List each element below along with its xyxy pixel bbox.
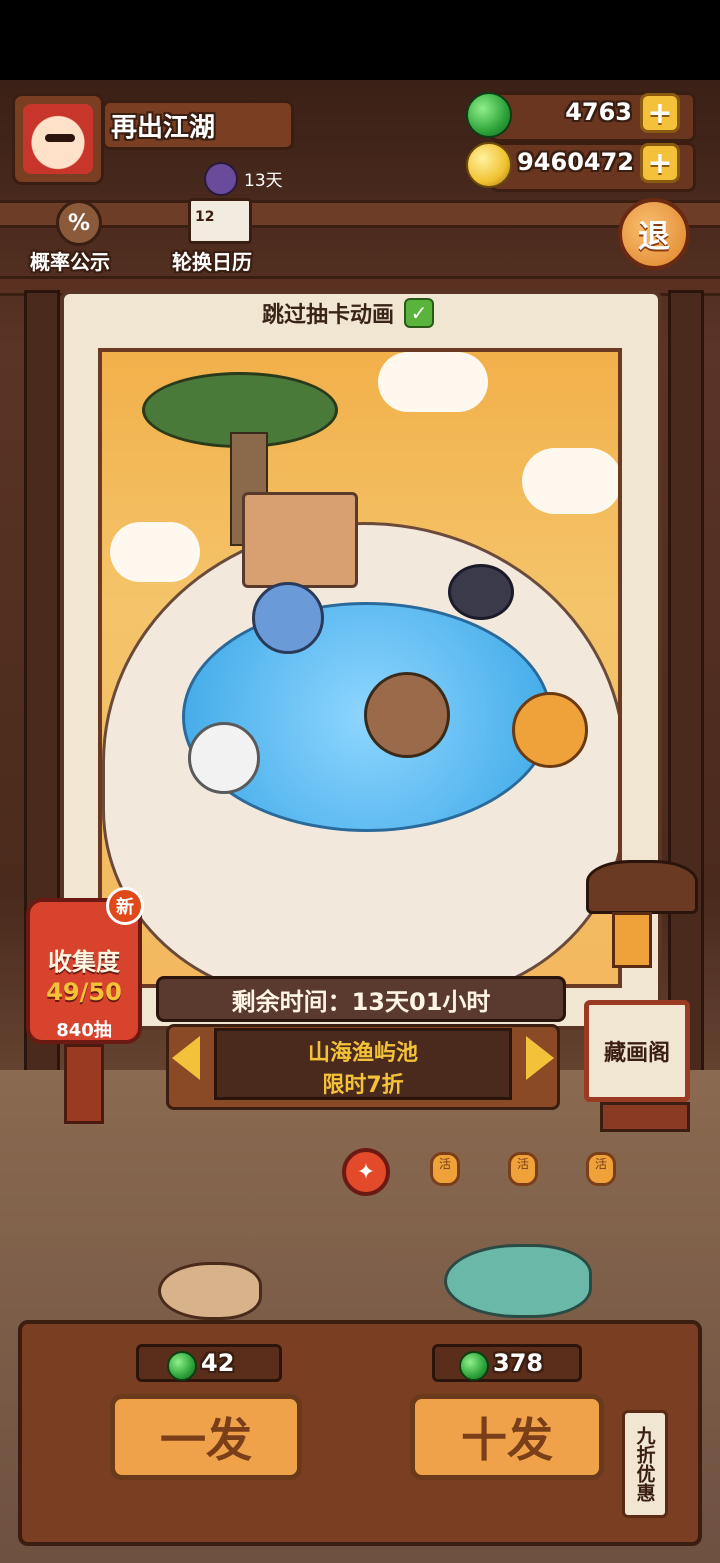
ten-cost: 378 xyxy=(493,1349,544,1377)
character-girl xyxy=(364,672,450,758)
jade-icon xyxy=(459,1351,489,1381)
banner-illustration xyxy=(98,348,622,988)
exit-label: 退 xyxy=(637,217,670,255)
timer-banner: 剩余时间：13天01小时 xyxy=(156,976,566,1022)
skip-animation-toggle[interactable]: 跳过抽卡动画 ✓ xyxy=(262,296,472,330)
remaining-time: 剩余时间：13天01小时 xyxy=(231,987,491,1016)
probability-label: 概率公示 xyxy=(30,250,110,274)
gallery-label: 藏画阁 xyxy=(603,1041,670,1066)
pool-discount: 限时7折 xyxy=(322,1073,404,1098)
character-blue xyxy=(252,582,324,654)
pager-dot-glyph: 活 xyxy=(438,1157,451,1171)
whale-creature xyxy=(448,564,514,620)
pager-dot-glyph: 活 xyxy=(516,1157,529,1171)
player-name: 再出江湖 xyxy=(111,112,216,143)
pool-name-panel: 山海渔屿池 限时7折 xyxy=(214,1028,512,1100)
percent-glyph: % xyxy=(67,210,91,236)
gallery-roof xyxy=(586,860,698,914)
plus-icon: + xyxy=(647,145,673,181)
single-cost: 42 xyxy=(201,1349,235,1377)
next-pool-arrow-icon[interactable] xyxy=(526,1036,554,1080)
ten-pull-label: 十发 xyxy=(461,1413,553,1467)
new-badge: 新 xyxy=(106,887,144,925)
exit-button[interactable]: 退 xyxy=(618,198,690,270)
character-white xyxy=(188,722,260,794)
right-pillar xyxy=(668,290,704,1116)
player-avatar[interactable] xyxy=(12,93,104,185)
single-pull-button[interactable]: 一发 xyxy=(110,1394,302,1480)
gallery-lamp-icon xyxy=(612,912,652,968)
character-orange xyxy=(512,692,588,768)
jade-icon xyxy=(466,92,512,138)
pool-name: 山海渔屿池 xyxy=(307,1041,418,1066)
gallery-base xyxy=(600,1102,690,1132)
skip-animation-label: 跳过抽卡动画 xyxy=(262,303,395,328)
player-name-plate: 再出江湖 xyxy=(102,100,294,150)
gallery-button[interactable]: 藏画阁 xyxy=(584,1000,690,1102)
ten-pull-button[interactable]: 十发 xyxy=(410,1394,604,1480)
calendar-button[interactable]: 12 轮换日历 xyxy=(172,198,272,276)
add-jade-button[interactable]: + xyxy=(640,93,680,133)
plus-icon: + xyxy=(647,95,673,131)
checkbox-check-icon: ✓ xyxy=(404,298,435,328)
collection-pulls: 840抽 xyxy=(56,1020,112,1041)
cloud-shape-2 xyxy=(522,448,618,514)
coin-amount: 9460472 xyxy=(517,148,634,176)
calendar-label: 轮换日历 xyxy=(172,250,252,274)
buff-days: 13天 xyxy=(244,171,283,191)
pager-dot-glyph: 活 xyxy=(594,1157,607,1171)
discount-tag: 九折优惠 xyxy=(622,1410,668,1518)
lantern-stand xyxy=(64,1044,104,1124)
jade-amount: 4763 xyxy=(565,98,632,126)
cloud-shape-3 xyxy=(110,522,200,582)
ten-fish-icon xyxy=(444,1244,592,1318)
pager-dot[interactable]: 活 xyxy=(508,1152,538,1186)
collection-progress: 49/50 xyxy=(46,978,122,1006)
collection-title: 收集度 xyxy=(48,948,120,976)
ten-cost-plate: 378 xyxy=(432,1344,582,1382)
cloud-shape xyxy=(378,352,488,412)
add-coins-button[interactable]: + xyxy=(640,143,680,183)
single-fish-icon xyxy=(158,1262,262,1320)
single-cost-plate: 42 xyxy=(136,1344,282,1382)
pager-dot[interactable]: 活 xyxy=(430,1152,460,1186)
probability-button[interactable]: % 概率公示 xyxy=(30,200,126,276)
prev-pool-arrow-icon[interactable] xyxy=(172,1036,200,1080)
single-pull-label: 一发 xyxy=(160,1413,252,1467)
boat-house xyxy=(242,492,358,588)
new-badge-label: 新 xyxy=(116,897,134,918)
pager-active-dot[interactable]: ✦ xyxy=(342,1148,390,1196)
jade-icon xyxy=(167,1351,197,1381)
buff-icon[interactable] xyxy=(204,162,238,196)
calendar-icon: 12 xyxy=(188,198,252,244)
avatar-face-icon xyxy=(45,134,75,142)
coin-icon xyxy=(466,142,512,188)
pager-dot[interactable]: 活 xyxy=(586,1152,616,1186)
calendar-glyph: 12 xyxy=(195,209,215,225)
status-bar xyxy=(0,0,720,80)
discount-tag-label: 九折优惠 xyxy=(633,1426,656,1502)
percent-icon: % xyxy=(56,200,102,246)
